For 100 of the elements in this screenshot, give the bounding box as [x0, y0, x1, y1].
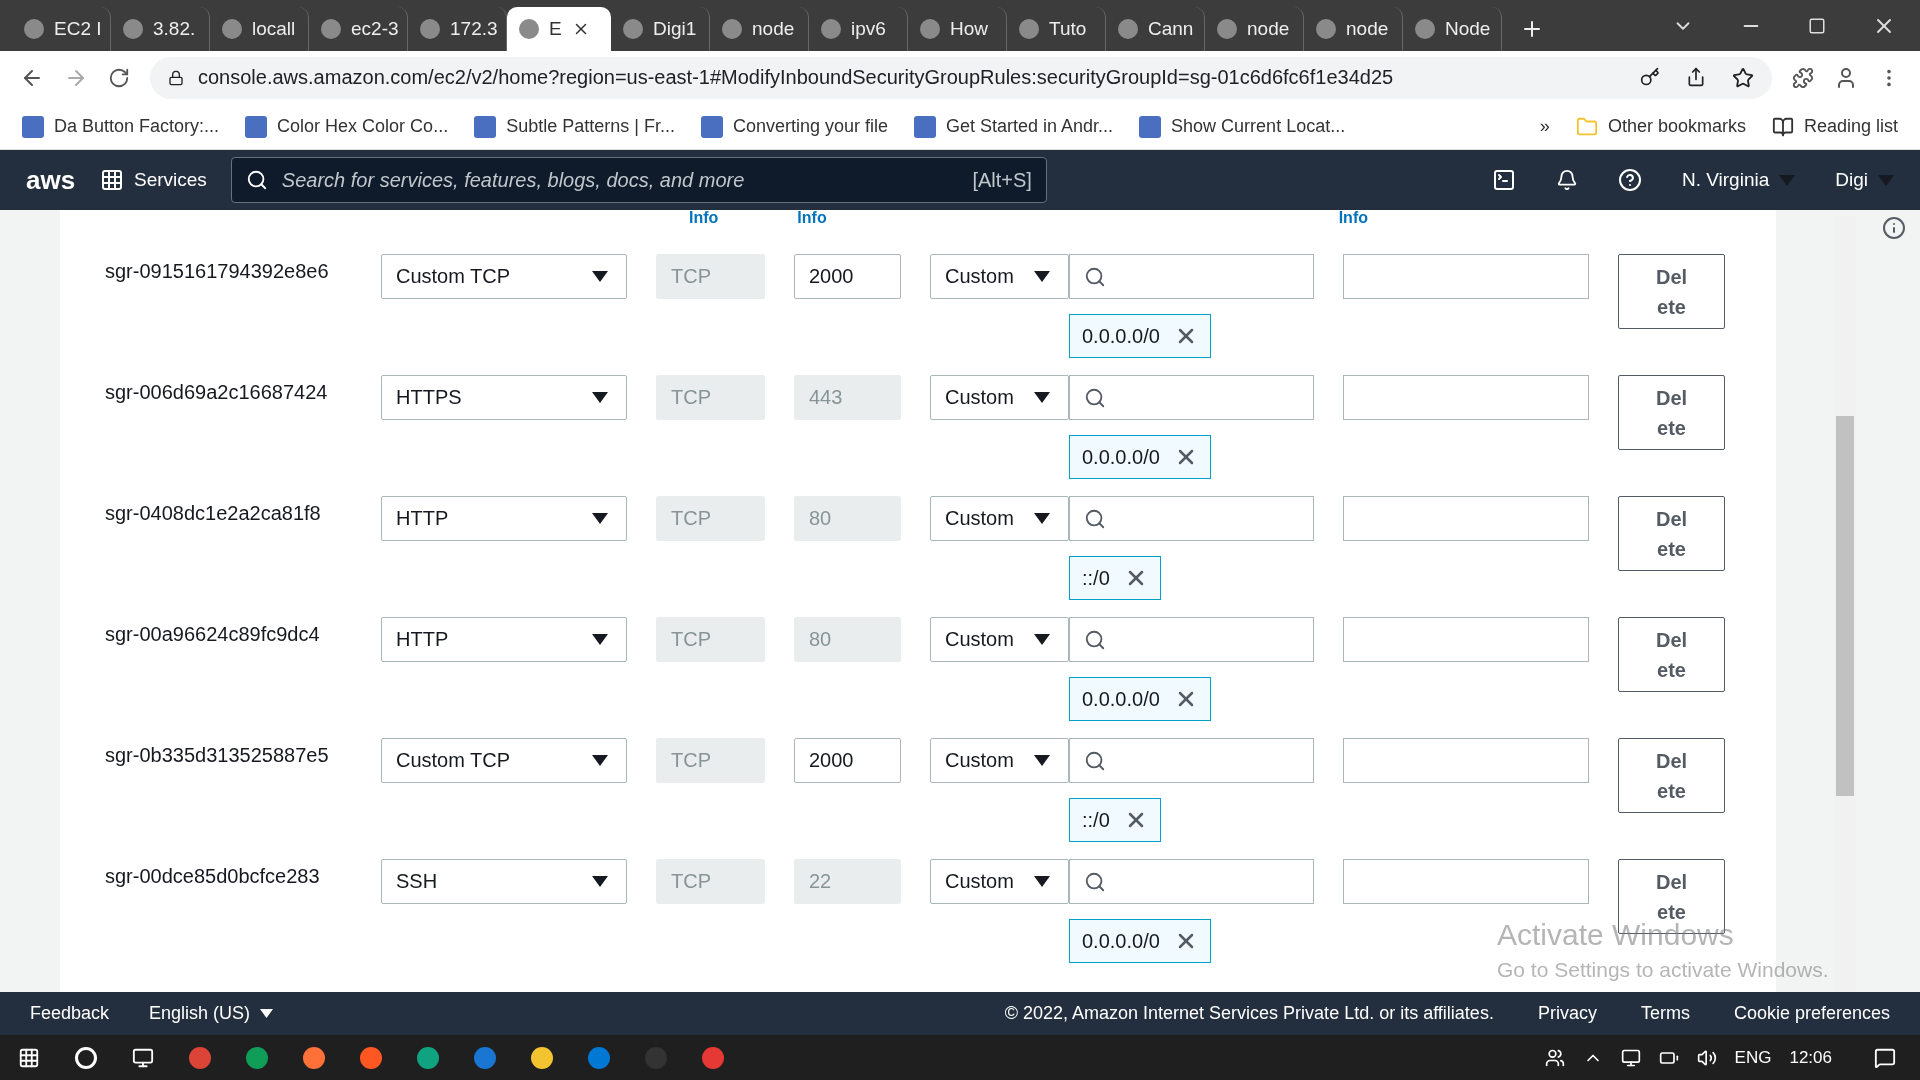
favicon-icon: [24, 19, 44, 39]
bookmark-icon: [913, 115, 936, 138]
cidr-search-field[interactable]: [1069, 254, 1314, 299]
bookmark-icon: [700, 115, 723, 138]
favicon-icon: [1217, 19, 1237, 39]
source-select[interactable]: Custom: [930, 859, 1069, 904]
search-icon: [1084, 265, 1106, 288]
key-icon[interactable]: [1640, 66, 1660, 87]
bookmark[interactable]: Color Hex Color Co...: [245, 115, 449, 138]
cidr-search-field[interactable]: [1069, 738, 1314, 783]
language-menu[interactable]: English (US): [149, 1003, 274, 1024]
info-icon[interactable]: [1882, 216, 1906, 240]
help-icon[interactable]: [1617, 168, 1642, 192]
favicon-icon: [1019, 19, 1039, 39]
other-bookmarks[interactable]: Other bookmarks: [1575, 115, 1746, 138]
extensions-icon[interactable]: [1792, 66, 1814, 89]
star-icon[interactable]: [1732, 66, 1754, 89]
cidr-token: 0.0.0.0/0: [1069, 435, 1211, 479]
source-select[interactable]: Custom: [930, 496, 1069, 541]
delete-button[interactable]: Delete: [1618, 617, 1725, 692]
caret-icon: [260, 1009, 274, 1018]
caret-icon: [592, 513, 608, 524]
aws-logo[interactable]: aws: [26, 164, 76, 196]
bookmark[interactable]: Da Button Factory:...: [22, 115, 220, 138]
port-field[interactable]: 2000: [794, 738, 901, 783]
info-link[interactable]: Info: [797, 210, 827, 226]
delete-button[interactable]: Delete: [1618, 254, 1725, 329]
network-icon[interactable]: [1620, 1047, 1641, 1068]
caret-icon: [592, 876, 608, 887]
favicon-icon: [920, 19, 940, 39]
caret-icon: [1779, 174, 1796, 186]
notification-icon[interactable]: [1874, 1046, 1896, 1069]
cidr-token: ::/0: [1069, 556, 1161, 600]
description-field[interactable]: [1343, 254, 1589, 299]
search-icon: [1084, 870, 1106, 893]
caret-icon: [592, 755, 608, 766]
description-field[interactable]: [1343, 496, 1589, 541]
cidr-search-field[interactable]: [1069, 496, 1314, 541]
maximize-icon[interactable]: [1808, 16, 1826, 35]
reload-icon[interactable]: [108, 66, 130, 89]
bookmark[interactable]: Converting your file: [700, 115, 888, 138]
rule-id: sgr-00dce85d0bcfce283: [105, 864, 321, 888]
address-bar[interactable]: console.aws.amazon.com/ec2/v2/home?region=us-east-1#ModifyInboundSecurityGroupRules:securityGroupId=sg-01c6d6fc6f1e34d25: [150, 56, 1772, 99]
clock[interactable]: 12:06: [1789, 1047, 1832, 1068]
source-select[interactable]: Custom: [930, 375, 1069, 420]
region-menu[interactable]: N. Virginia: [1681, 169, 1796, 191]
cidr-search-field[interactable]: [1069, 375, 1314, 420]
caret-icon: [1034, 392, 1050, 403]
description-field[interactable]: [1343, 859, 1589, 904]
favicon-icon: [623, 19, 643, 39]
reading-list[interactable]: Reading list: [1771, 115, 1898, 138]
volume-icon[interactable]: [1696, 1047, 1717, 1068]
cidr-token: 0.0.0.0/0: [1069, 919, 1211, 963]
type-select[interactable]: Custom TCP: [381, 254, 627, 299]
description-field[interactable]: [1343, 617, 1589, 662]
type-select[interactable]: HTTP: [381, 496, 627, 541]
type-select[interactable]: HTTP: [381, 617, 627, 662]
cidr-search-field[interactable]: [1069, 859, 1314, 904]
info-link[interactable]: Info: [689, 210, 719, 226]
favicon-icon: [123, 19, 143, 39]
caret-icon: [592, 634, 608, 645]
delete-button[interactable]: Delete: [1618, 738, 1725, 813]
source-select[interactable]: Custom: [930, 738, 1069, 783]
bookmark[interactable]: Subtle Patterns | Fr...: [474, 115, 675, 138]
share-icon[interactable]: [1686, 66, 1706, 87]
cidr-token: 0.0.0.0/0: [1069, 677, 1211, 721]
footer-link[interactable]: Privacy: [1537, 1003, 1597, 1024]
type-select[interactable]: SSH: [381, 859, 627, 904]
activation-text: Go to Settings to activate Windows.: [1497, 958, 1829, 982]
type-select[interactable]: HTTPS: [381, 375, 627, 420]
delete-button[interactable]: Delete: [1618, 496, 1725, 571]
footer-link[interactable]: Cookie preferences: [1733, 1003, 1890, 1024]
account-menu[interactable]: Digi: [1835, 169, 1894, 191]
favicon-icon: [1415, 19, 1435, 39]
bookmark[interactable]: Get Started in Andr...: [913, 115, 1114, 138]
people-icon[interactable]: [1544, 1047, 1565, 1068]
type-select[interactable]: Custom TCP: [381, 738, 627, 783]
reading-list-icon: [1771, 115, 1794, 138]
source-select[interactable]: Custom: [930, 617, 1069, 662]
description-field[interactable]: [1343, 375, 1589, 420]
info-link[interactable]: Info: [1338, 210, 1368, 226]
browser-tab[interactable]: E: [507, 7, 611, 51]
more-bookmarks[interactable]: »: [1539, 116, 1550, 137]
description-field[interactable]: [1343, 738, 1589, 783]
favicon-icon: [722, 19, 742, 39]
port-field[interactable]: 2000: [794, 254, 901, 299]
bell-icon[interactable]: [1555, 169, 1578, 191]
services-menu[interactable]: Services: [100, 168, 207, 192]
source-select[interactable]: Custom: [930, 254, 1069, 299]
search-field[interactable]: Search for services, features, blogs, docs, and more [Alt+S]: [230, 157, 1047, 203]
cidr-token: 0.0.0.0/0: [1069, 314, 1211, 358]
cidr-search-field[interactable]: [1069, 617, 1314, 662]
delete-button[interactable]: Delete: [1618, 375, 1725, 450]
search-icon: [245, 169, 268, 191]
language-indicator[interactable]: ENG: [1734, 1047, 1772, 1068]
terminal-icon[interactable]: [1491, 168, 1516, 192]
bookmark[interactable]: Show Current Locat...: [1139, 115, 1346, 138]
footer-link[interactable]: Terms: [1640, 1003, 1690, 1024]
copyright-text: © 2022, Amazon Internet Services Private Ltd. or its affiliates.: [1004, 1003, 1494, 1024]
feedback-link[interactable]: Feedback: [30, 1003, 110, 1024]
